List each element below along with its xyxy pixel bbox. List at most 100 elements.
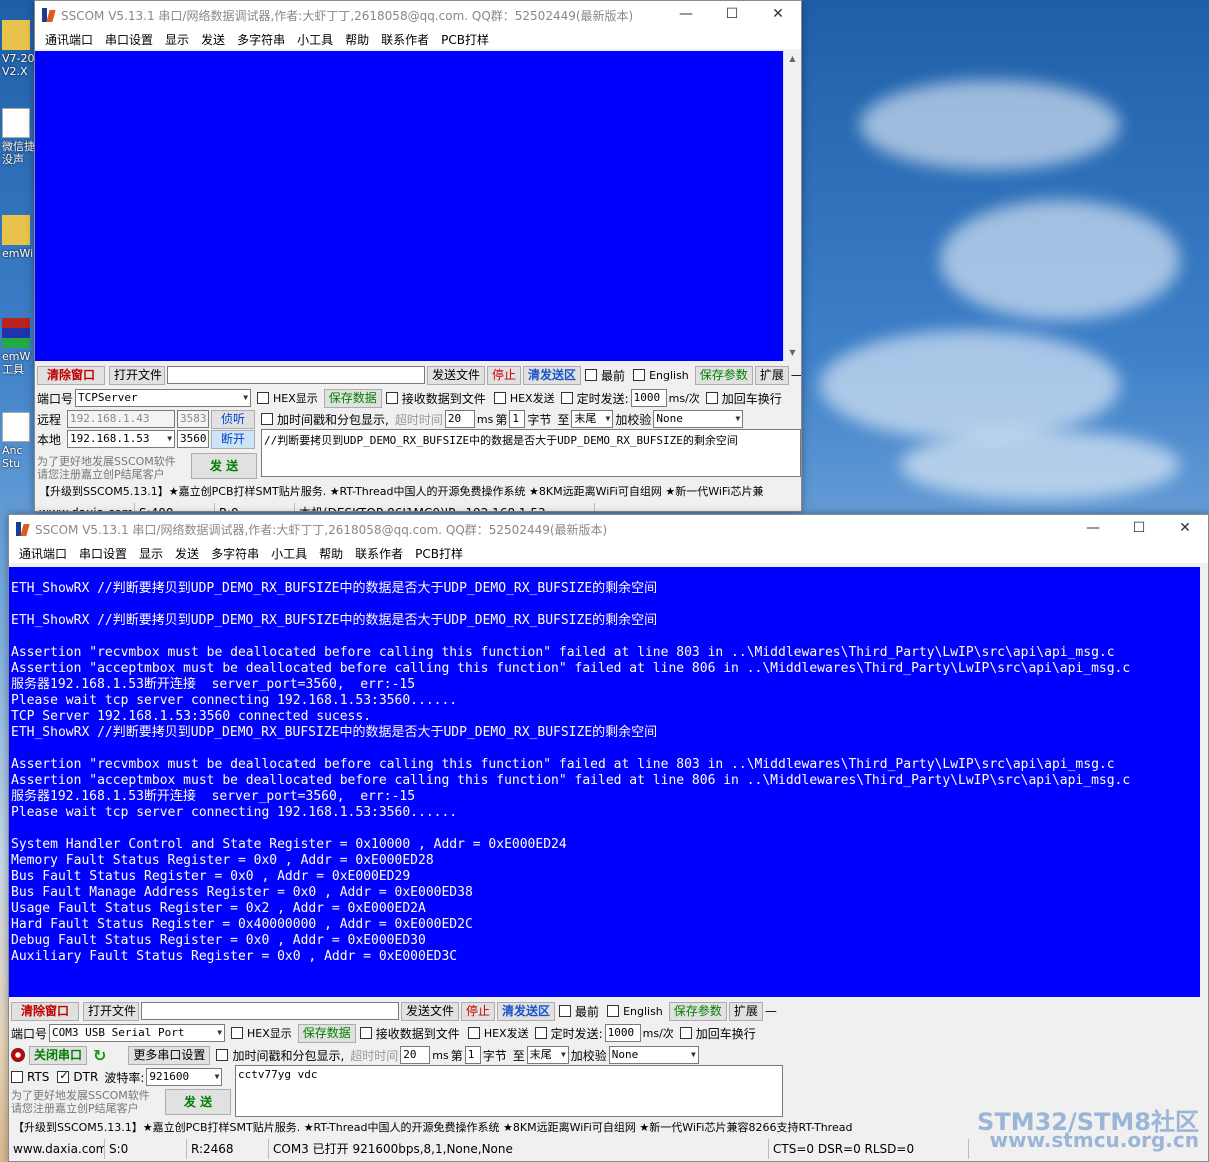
title-bar[interactable]: SSCOM V5.13.1 串口/网络数据调试器,作者:大虾丁丁,2618058…: [9, 515, 1208, 543]
listen-button[interactable]: 侦听: [211, 409, 256, 429]
checksum-select[interactable]: None: [608, 1046, 699, 1064]
desktop-icon-folder2[interactable]: emWi: [2, 215, 38, 260]
english-checkbox[interactable]: [633, 369, 646, 381]
checksum-select[interactable]: None: [653, 410, 744, 428]
nth-input[interactable]: 1: [464, 1046, 481, 1064]
menu-comm-port[interactable]: 通讯端口: [13, 545, 73, 562]
rts-checkbox[interactable]: [11, 1071, 23, 1083]
menu-multi-string[interactable]: 多字符串: [231, 31, 291, 48]
topmost-checkbox[interactable]: [585, 369, 598, 381]
close-button[interactable]: ✕: [1162, 515, 1208, 543]
menu-comm-port[interactable]: 通讯端口: [39, 31, 99, 48]
clear-send-button[interactable]: 清发送区: [523, 365, 582, 385]
minimize-button[interactable]: —: [1070, 515, 1116, 543]
title-bar[interactable]: SSCOM V5.13.1 串口/网络数据调试器,作者:大虾丁丁,2618058…: [35, 1, 801, 29]
expand-button[interactable]: 扩展: [754, 365, 789, 385]
close-port-button[interactable]: 关闭串口: [29, 1045, 88, 1065]
baud-select[interactable]: 921600: [146, 1068, 223, 1086]
timeout-input[interactable]: 20: [444, 410, 475, 428]
receive-terminal[interactable]: [35, 51, 783, 361]
hex-display-checkbox[interactable]: [231, 1027, 244, 1039]
local-port-input[interactable]: 3560: [177, 430, 210, 448]
maximize-button[interactable]: ☐: [1116, 515, 1162, 543]
local-ip-select[interactable]: 192.168.1.53: [67, 430, 176, 448]
save-data-button[interactable]: 保存数据: [323, 388, 382, 408]
menu-help[interactable]: 帮助: [339, 31, 375, 48]
english-checkbox[interactable]: [607, 1005, 620, 1017]
menu-contact[interactable]: 联系作者: [375, 31, 435, 48]
menu-send[interactable]: 发送: [169, 545, 205, 562]
save-params-button[interactable]: 保存参数: [694, 365, 753, 385]
add-crlf-checkbox[interactable]: [705, 392, 718, 404]
expand-button[interactable]: 扩展: [728, 1001, 763, 1021]
send-file-button[interactable]: 发送文件: [427, 365, 486, 385]
scroll-up-icon[interactable]: ▲: [784, 51, 801, 67]
port-select[interactable]: COM3 USB Serial Port: [49, 1024, 226, 1042]
end-select[interactable]: 末尾: [571, 410, 614, 428]
menu-pcb[interactable]: PCB打样: [409, 545, 469, 562]
maximize-button[interactable]: ☐: [709, 1, 755, 29]
add-crlf-checkbox[interactable]: [679, 1027, 692, 1039]
menu-contact[interactable]: 联系作者: [349, 545, 409, 562]
menu-send[interactable]: 发送: [195, 31, 231, 48]
nth-input[interactable]: 1: [509, 410, 526, 428]
status-website[interactable]: www.daxia.com: [9, 1139, 105, 1159]
timed-interval-input[interactable]: 1000: [604, 1024, 641, 1042]
send-button[interactable]: 发 送: [191, 453, 257, 479]
status-website[interactable]: www.daxia.com: [35, 503, 135, 511]
file-path-input[interactable]: [167, 366, 425, 384]
menu-display[interactable]: 显示: [133, 545, 169, 562]
menu-help[interactable]: 帮助: [313, 545, 349, 562]
port-select[interactable]: TCPServer: [75, 389, 252, 407]
recv-to-file-checkbox[interactable]: [385, 392, 398, 404]
timeout-input[interactable]: 20: [400, 1046, 431, 1064]
menu-multi-string[interactable]: 多字符串: [205, 545, 265, 562]
desktop-icon-doc[interactable]: 微信捷 没声: [2, 108, 38, 166]
timestamp-checkbox[interactable]: [261, 413, 274, 425]
remote-port-input[interactable]: 3583: [177, 410, 210, 428]
end-select[interactable]: 末尾: [526, 1046, 569, 1064]
clear-window-button[interactable]: 清除窗口: [37, 365, 105, 385]
menu-serial-settings[interactable]: 串口设置: [99, 31, 159, 48]
save-params-button[interactable]: 保存参数: [668, 1001, 727, 1021]
refresh-icon[interactable]: ↻: [93, 1046, 106, 1065]
menu-tools[interactable]: 小工具: [265, 545, 313, 562]
menu-display[interactable]: 显示: [159, 31, 195, 48]
send-text-area[interactable]: //判断要拷贝到UDP_DEMO_RX_BUFSIZE中的数据是否大于UDP_D…: [261, 429, 801, 477]
hex-send-checkbox[interactable]: [493, 392, 506, 404]
stop-button[interactable]: 停止: [487, 365, 522, 385]
menu-pcb[interactable]: PCB打样: [435, 31, 495, 48]
open-file-button[interactable]: 打开文件: [83, 1001, 139, 1021]
collapse-button[interactable]: —: [765, 1004, 777, 1018]
dtr-checkbox[interactable]: [57, 1069, 70, 1083]
stop-button[interactable]: 停止: [461, 1001, 496, 1021]
send-text-area[interactable]: cctv77yg vdc: [235, 1065, 783, 1117]
desktop-icon-winrar[interactable]: emW 工具: [2, 318, 38, 376]
send-file-button[interactable]: 发送文件: [401, 1001, 460, 1021]
collapse-button[interactable]: —: [791, 368, 801, 382]
disconnect-button[interactable]: 断开: [211, 429, 256, 449]
file-path-input[interactable]: [141, 1002, 399, 1020]
menu-tools[interactable]: 小工具: [291, 31, 339, 48]
send-button[interactable]: 发 送: [165, 1089, 231, 1115]
more-settings-button[interactable]: 更多串口设置: [128, 1045, 211, 1065]
timed-send-checkbox[interactable]: [560, 392, 573, 404]
receive-terminal[interactable]: ETH_ShowRX //判断要拷贝到UDP_DEMO_RX_BUFSIZE中的…: [9, 567, 1200, 997]
scroll-down-icon[interactable]: ▼: [784, 345, 801, 361]
menu-serial-settings[interactable]: 串口设置: [73, 545, 133, 562]
hex-send-checkbox[interactable]: [467, 1027, 480, 1039]
hex-display-checkbox[interactable]: [257, 392, 270, 404]
minimize-button[interactable]: —: [663, 1, 709, 29]
desktop-icon-folder[interactable]: V7-20 V2.X: [2, 20, 38, 78]
clear-window-button[interactable]: 清除窗口: [11, 1001, 79, 1021]
close-button[interactable]: ✕: [755, 1, 801, 29]
recv-to-file-checkbox[interactable]: [359, 1027, 372, 1039]
topmost-checkbox[interactable]: [559, 1005, 572, 1017]
remote-ip-input[interactable]: 192.168.1.43: [67, 410, 176, 428]
timed-send-checkbox[interactable]: [534, 1027, 547, 1039]
promo-banner[interactable]: 【升级到SSCOM5.13.1】★嘉立创PCB打样SMT贴片服务. ★RT-Th…: [35, 483, 801, 501]
desktop-icon-app[interactable]: Anc Stu: [2, 412, 38, 470]
timestamp-checkbox[interactable]: [216, 1049, 229, 1061]
open-file-button[interactable]: 打开文件: [109, 365, 165, 385]
save-data-button[interactable]: 保存数据: [297, 1023, 356, 1043]
